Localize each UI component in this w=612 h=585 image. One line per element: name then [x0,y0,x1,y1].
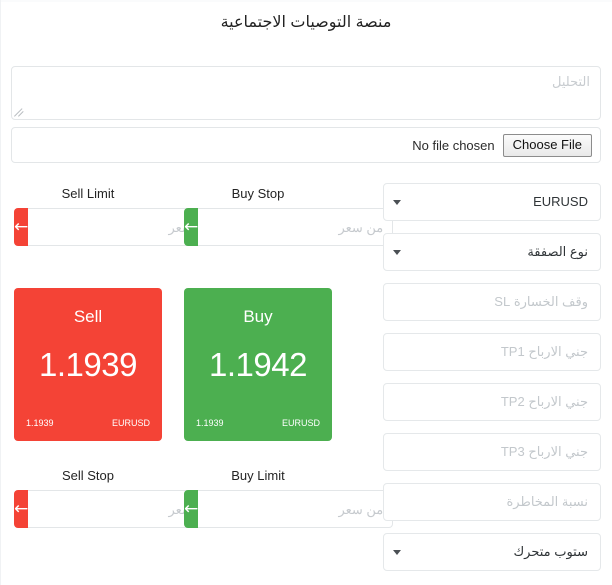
risk-ratio-placeholder: نسبة المخاطرة [506,494,589,509]
page-top-edge [0,0,612,2]
order-group-sell-stop: ← [14,490,224,528]
sell-foot-symbol: EURUSD [111,418,150,428]
buy-quote-tile[interactable]: Buy 1.1942 1.1939 EURUSD [184,288,332,441]
buy-price: 1.1942 [209,346,307,383]
order-label-buy-stop: Buy Stop [231,186,285,201]
page-title: منصة التوصيات الاجتماعية [220,14,392,31]
order-label-sell-limit: Sell Limit [61,186,115,201]
order-group-sell-limit: ← [14,208,224,246]
take-profit-1-input[interactable]: جني الارباح TP1 [383,333,601,371]
take-profit-1-placeholder: جني الارباح TP1 [500,344,588,359]
buy-foot-symbol: EURUSD [281,418,320,428]
deal-type-select-value: نوع الصفقة [527,244,588,259]
analysis-textarea[interactable]: التحليل [11,66,601,120]
chevron-down-icon-symbol [393,200,401,205]
sell-foot-price: 1.1939 [26,418,54,428]
order-group-buy-limit: ← [184,490,394,528]
resize-handle-icon[interactable] [13,105,26,118]
symbol-select-value: EURUSD [533,194,588,209]
sell-quote-tile[interactable]: Sell 1.1939 1.1939 EURUSD [14,288,162,441]
take-profit-2-input[interactable]: جني الارباح TP2 [383,383,601,421]
trailing-stop-select-value: ستوب متحرك [513,544,588,559]
take-profit-3-input[interactable]: جني الارباح TP3 [383,433,601,471]
attachment-file-input[interactable]: Choose File No file chosen [11,127,601,163]
arrow-left-icon-sell-stop[interactable]: ← [14,490,29,528]
sell-side-label: Sell [73,307,103,326]
buy-foot-price: 1.1939 [196,418,224,428]
choose-file-button[interactable]: Choose File [502,133,592,157]
order-label-sell-stop: Sell Stop [61,468,115,483]
price-input-buy-limit[interactable] [198,490,394,528]
stop-loss-input[interactable]: وقف الخسارة SL [383,283,601,321]
stop-loss-placeholder: وقف الخسارة SL [494,294,588,309]
order-group-buy-stop: ← [184,208,394,246]
chevron-down-icon-deal-type [393,250,401,255]
chevron-down-icon-trailing-stop [393,550,401,555]
arrow-left-icon-buy-limit[interactable]: ← [184,490,199,528]
risk-ratio-input[interactable]: نسبة المخاطرة [383,483,601,521]
arrow-left-icon-buy-stop[interactable]: ← [184,208,199,246]
buy-side-label: Buy [243,307,273,326]
trading-recommendation-page: منصة التوصيات الاجتماعية التحليل Choose … [0,0,612,585]
price-input-buy-stop[interactable] [198,208,394,246]
arrow-left-icon-sell-limit[interactable]: ← [14,208,29,246]
take-profit-3-placeholder: جني الارباح TP3 [500,444,588,459]
symbol-select[interactable]: EURUSD [383,183,601,221]
take-profit-2-placeholder: جني الارباح TP2 [500,394,588,409]
sell-price: 1.1939 [39,346,137,383]
file-status-text: No file chosen [412,137,495,153]
trailing-stop-select[interactable]: ستوب متحرك [383,533,601,571]
analysis-placeholder: التحليل [552,74,590,89]
deal-type-select[interactable]: نوع الصفقة [383,233,601,271]
order-label-buy-limit: Buy Limit [231,468,285,483]
